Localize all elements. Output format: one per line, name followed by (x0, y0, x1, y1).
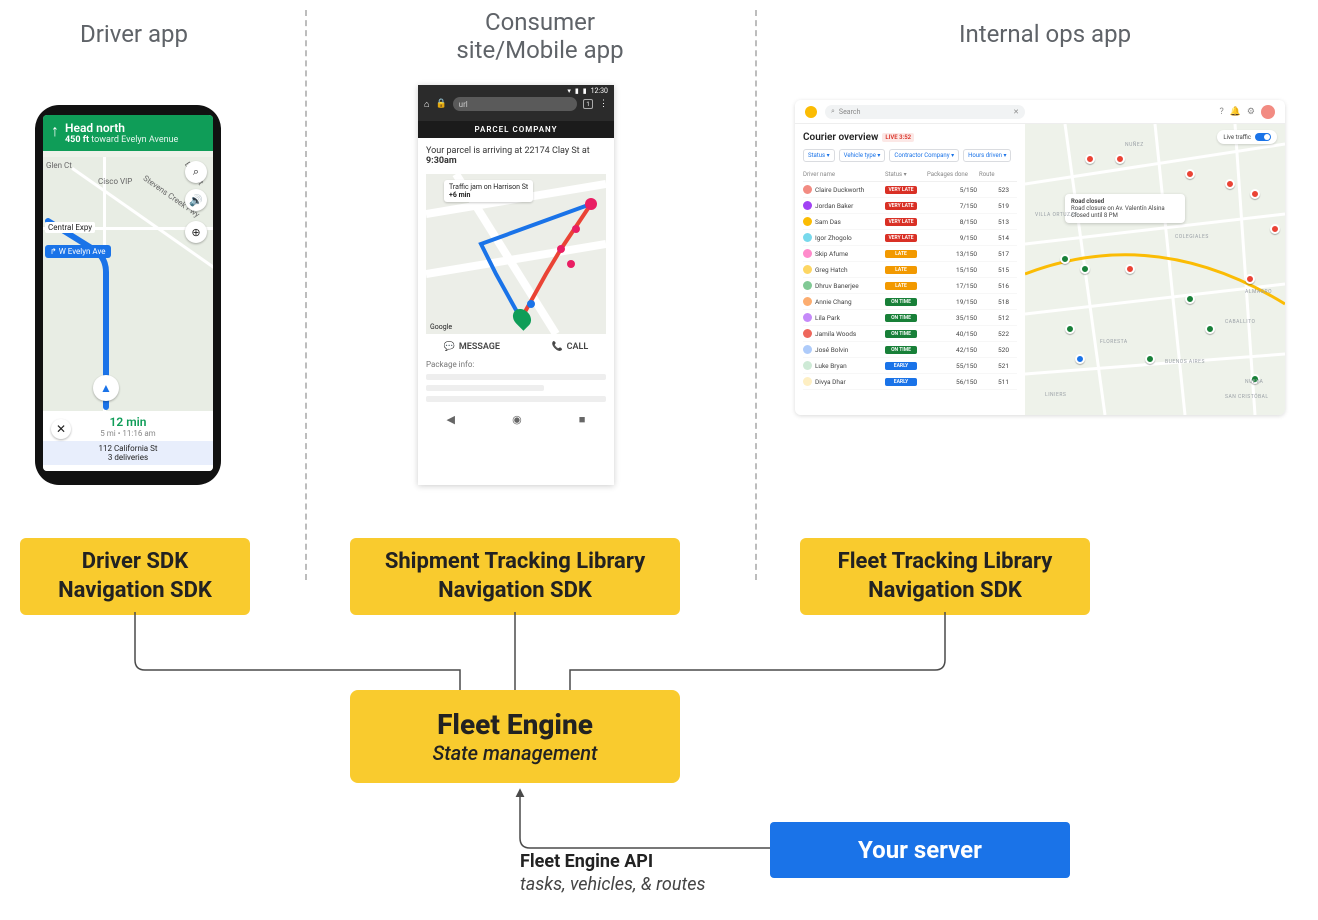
filter-dropdown[interactable]: Hours driven (963, 149, 1011, 162)
call-button[interactable]: 📞CALL (551, 342, 588, 352)
home-circle-icon[interactable]: ◉ (512, 413, 522, 426)
table-row[interactable]: Luke BryanEARLY55/150521 (803, 358, 1017, 374)
table-row[interactable]: Igor ZhogoloVERY LATE9/150514 (803, 230, 1017, 246)
android-nav-bar: ◀ ◉ ■ (418, 407, 614, 428)
placeholder-line (426, 374, 606, 380)
live-badge: LIVE 3:52 (882, 133, 914, 142)
url-bar[interactable]: url (453, 97, 577, 111)
phone-bottom-sheet: ✕ 12 min 5 mi • 11:16 am 112 California … (43, 411, 213, 471)
server-box: Your server (770, 822, 1070, 878)
street-expy: Central Expy (45, 222, 95, 233)
parcel-msg: Your parcel is arriving at 22174 Clay St… (426, 146, 590, 156)
heading-ops: Internal ops app (800, 20, 1290, 48)
help-icon[interactable]: ? (1219, 107, 1223, 117)
column-header[interactable]: Status ▾ (885, 171, 925, 178)
arrow-up-icon: ↑ (51, 121, 59, 141)
filter-dropdown[interactable]: Status (803, 149, 835, 162)
signal-icon: ▮ (575, 87, 579, 95)
map-popup: Road closed Road closure on Av. Valentín… (1065, 194, 1185, 223)
recents-icon[interactable]: ■ (579, 413, 586, 426)
back-icon[interactable]: ◀ (447, 413, 455, 426)
fleet-engine-box: Fleet Engine State management (350, 690, 680, 783)
nav-cursor-icon (93, 375, 119, 401)
message-icon: 💬 (444, 342, 455, 352)
nav-sub: toward Evelyn Avenue (91, 135, 178, 145)
ops-sdk-box: Fleet Tracking Library Navigation SDK (800, 538, 1090, 615)
consumer-map: Traffic jam on Harrison St +6 min Google (426, 174, 606, 334)
api-label: Fleet Engine API tasks, vehicles, & rout… (520, 850, 705, 897)
table-row[interactable]: Jamila WoodsON TIME40/150522 (803, 326, 1017, 342)
live-traffic-toggle[interactable]: Live traffic (1217, 130, 1277, 144)
table-row[interactable]: Jordan BakerVERY LATE7/150519 (803, 198, 1017, 214)
ops-dashboard-mock: ⌕ Search ✕ ? 🔔 ⚙ Courier overview LIVE 3… (795, 100, 1285, 415)
clear-icon[interactable]: ✕ (1013, 108, 1019, 116)
clock: 12:30 (591, 87, 608, 95)
table-row[interactable]: Skip AfumeLATE13/150517 (803, 246, 1017, 262)
google-logo: Google (430, 323, 452, 331)
message-button[interactable]: 💬MESSAGE (444, 342, 500, 352)
package-info-label: Package info: (418, 360, 614, 369)
table-row[interactable]: José BolvinON TIME42/150520 (803, 342, 1017, 358)
lock-icon: 🔒 (435, 99, 446, 109)
column-header[interactable]: Driver name (803, 171, 883, 178)
parcel-time: 9:30am (426, 156, 457, 166)
filter-dropdown[interactable]: Contractor Company (889, 149, 959, 162)
ops-map: Live traffic Road closed Road closure on… (1025, 124, 1285, 415)
driver-phone-mock: ↑ Head north 450 ft toward Evelyn Avenue… (35, 105, 221, 485)
status-bar: ▾ ▮ ▮ 12:30 (418, 85, 614, 97)
column-header[interactable]: Packages done (927, 171, 977, 178)
placeholder-line (426, 385, 544, 391)
battery-icon: ▮ (583, 87, 587, 95)
table-row[interactable]: Greg HatchLATE15/150515 (803, 262, 1017, 278)
user-avatar[interactable] (1261, 105, 1275, 119)
search-input[interactable]: ⌕ Search ✕ (825, 105, 1025, 119)
nav-direction: Head north (65, 121, 178, 135)
table-row[interactable]: Claire DuckworthVERY LATE5/150523 (803, 182, 1017, 198)
notification-icon[interactable]: 🔔 (1230, 107, 1241, 117)
app-logo-icon (805, 106, 817, 118)
driver-sdk-box: Driver SDK Navigation SDK (20, 538, 250, 615)
settings-icon[interactable]: ⚙ (1247, 107, 1255, 117)
street-chip: ↱ W Evelyn Ave (45, 245, 111, 258)
tabs-icon[interactable]: 1 (583, 99, 593, 109)
wifi-icon: ▾ (567, 87, 571, 95)
table-row[interactable]: Dhruv BanerjeeLATE17/150516 (803, 278, 1017, 294)
table-row[interactable]: Sam DasVERY LATE8/150513 (803, 214, 1017, 230)
consumer-sdk-box: Shipment Tracking Library Navigation SDK (350, 538, 680, 615)
nav-banner: ↑ Head north 450 ft toward Evelyn Avenue (43, 115, 213, 151)
table-row[interactable]: Divya DharEARLY56/150511 (803, 374, 1017, 390)
placeholder-line (426, 396, 606, 402)
dest-address: 112 California St (43, 444, 213, 453)
search-icon[interactable]: ⌕ (185, 161, 207, 183)
close-icon[interactable]: ✕ (51, 419, 71, 439)
ops-title: Courier overview (803, 132, 878, 143)
street-glen: Glen Ct (46, 161, 72, 170)
consumer-mock: ▾ ▮ ▮ 12:30 ⌂ 🔒 url 1 ⋮ PARCEL COMPANY Y… (418, 85, 614, 485)
heading-driver: Driver app (80, 20, 188, 48)
search-icon: ⌕ (831, 107, 835, 116)
home-icon[interactable]: ⌂ (424, 99, 429, 110)
phone-icon: 📞 (551, 342, 562, 352)
dest-deliveries: 3 deliveries (43, 453, 213, 462)
volume-icon[interactable]: 🔊 (185, 189, 207, 211)
phone-map: Glen Ct Stevens Creek Fwy Cisco VIP Easy… (43, 157, 213, 411)
menu-icon[interactable]: ⋮ (599, 99, 608, 109)
nav-distance: 450 ft (65, 135, 89, 145)
company-banner: PARCEL COMPANY (418, 121, 614, 138)
filter-dropdown[interactable]: Vehicle type (839, 149, 886, 162)
heading-consumer: Consumer site/Mobile app (440, 8, 640, 64)
table-row[interactable]: Lila ParkON TIME35/150512 (803, 310, 1017, 326)
table-row[interactable]: Annie ChangON TIME19/150518 (803, 294, 1017, 310)
compass-icon[interactable]: ⊕ (185, 221, 207, 243)
divider-1 (305, 10, 307, 580)
divider-2 (755, 10, 757, 580)
column-header[interactable]: Route (979, 171, 1009, 178)
traffic-chip: Traffic jam on Harrison St +6 min (444, 180, 533, 202)
street-cisco: Cisco VIP (98, 177, 132, 186)
